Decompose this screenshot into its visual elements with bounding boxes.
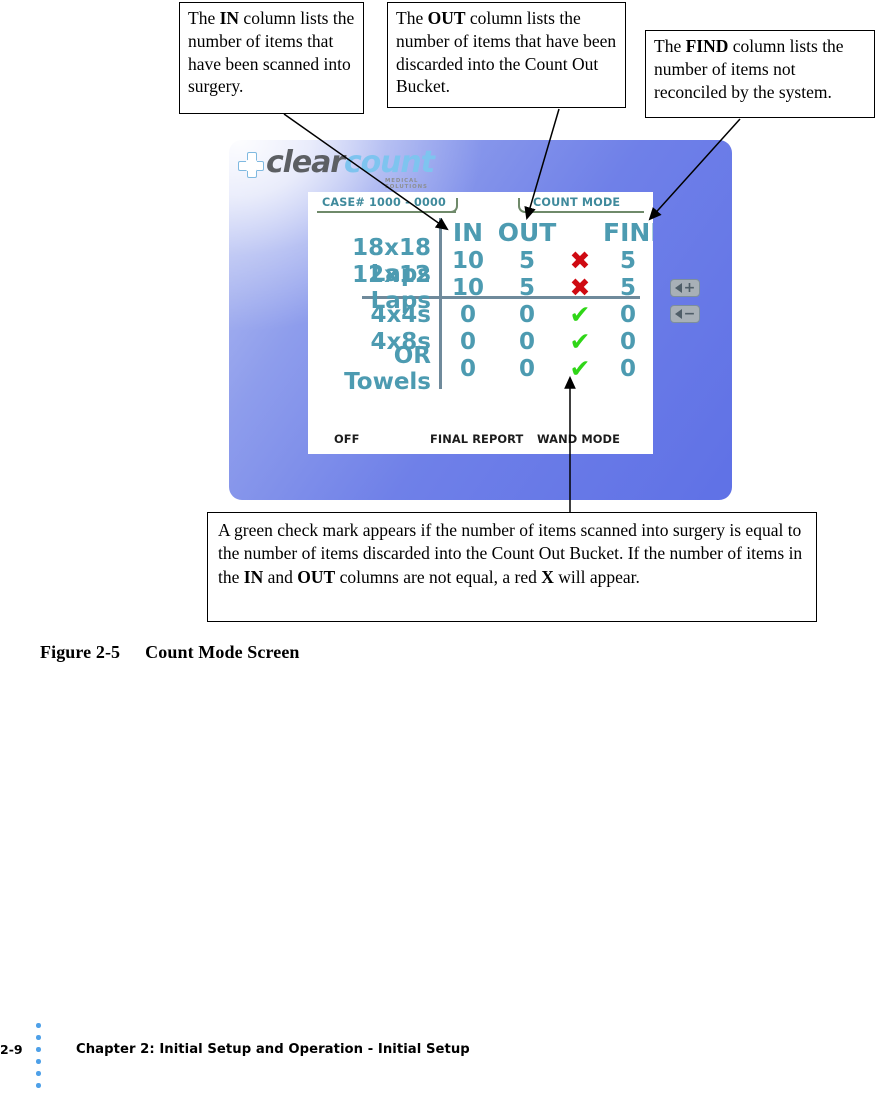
callout-find-text: The FIND column lists the number of item… bbox=[654, 36, 844, 102]
mode-tab-hook bbox=[518, 198, 530, 213]
cell-find-count: 5 bbox=[619, 274, 636, 301]
cell-in-count: 10 bbox=[451, 274, 484, 301]
cell-in-count: 0 bbox=[459, 355, 476, 382]
cell-out-count: 0 bbox=[518, 328, 535, 355]
figure-caption: Figure 2-5 Count Mode Screen bbox=[40, 642, 300, 663]
table-row: 12x12 Laps 10 5 ✖ 5 bbox=[308, 262, 653, 314]
cell-in-count: 0 bbox=[459, 301, 476, 328]
table-row: OR Towels 0 0 ✔ 0 bbox=[308, 343, 653, 395]
count-mode-tab: COUNT MODE bbox=[533, 196, 621, 209]
header-in: IN bbox=[452, 218, 484, 247]
volume-down-button[interactable]: − bbox=[670, 305, 700, 323]
footer-dot bbox=[36, 1059, 41, 1064]
volume-up-label: + bbox=[683, 280, 696, 296]
footer-dot bbox=[36, 1071, 41, 1076]
status-x-icon: ✖ bbox=[569, 246, 591, 275]
volume-up-button[interactable]: + bbox=[670, 279, 700, 297]
footer-page-number: 2-9 bbox=[0, 1042, 23, 1057]
footer-chapter-text: Chapter 2: Initial Setup and Operation -… bbox=[76, 1042, 470, 1057]
speaker-icon bbox=[674, 309, 682, 319]
cell-find-count: 5 bbox=[619, 247, 636, 274]
softkey-label-wand-mode: WAND MODE bbox=[537, 432, 620, 446]
mode-tab-rule bbox=[528, 211, 644, 214]
callout-in-column: The IN column lists the number of items … bbox=[179, 2, 364, 114]
cell-find-count: 0 bbox=[619, 301, 636, 328]
cell-out-count: 0 bbox=[518, 355, 535, 382]
footer-dot bbox=[36, 1035, 41, 1040]
callout-in-text: The IN column lists the number of items … bbox=[188, 8, 355, 97]
cell-out-count: 0 bbox=[518, 301, 535, 328]
cell-item-name: OR Towels bbox=[344, 342, 431, 395]
cell-in-count: 10 bbox=[451, 247, 484, 274]
case-tab-hook bbox=[446, 198, 458, 213]
figure-title: Count Mode Screen bbox=[145, 642, 300, 662]
callout-check-text: A green check mark appears if the number… bbox=[218, 520, 803, 587]
callout-find-column: The FIND column lists the number of item… bbox=[645, 30, 875, 118]
cell-item-name: 4x4s bbox=[370, 301, 431, 328]
footer-dot bbox=[36, 1047, 41, 1052]
callout-out-column: The OUT column lists the number of items… bbox=[387, 2, 626, 108]
cell-out-count: 5 bbox=[518, 247, 535, 274]
softkey-label-off: OFF bbox=[334, 432, 360, 446]
header-out: OUT bbox=[497, 218, 557, 247]
table-row: 4x4s 0 0 ✔ 0 bbox=[308, 300, 653, 329]
status-x-icon: ✖ bbox=[569, 273, 591, 302]
cell-out-count: 5 bbox=[518, 274, 535, 301]
footer-dot bbox=[36, 1023, 41, 1028]
callout-check-mark-explanation: A green check mark appears if the number… bbox=[207, 512, 817, 622]
case-number-tab: CASE# 1000 - 0000 bbox=[322, 196, 446, 209]
volume-down-label: − bbox=[683, 306, 696, 322]
callout-out-text: The OUT column lists the number of items… bbox=[396, 8, 617, 97]
status-check-icon: ✔ bbox=[569, 300, 591, 329]
status-check-icon: ✔ bbox=[569, 327, 591, 356]
softkey-label-final-report: FINAL REPORT bbox=[430, 432, 524, 446]
cell-in-count: 0 bbox=[459, 328, 476, 355]
figure-number: Figure 2-5 bbox=[40, 642, 121, 662]
cell-find-count: 0 bbox=[619, 328, 636, 355]
cell-find-count: 0 bbox=[619, 355, 636, 382]
medical-cross-icon bbox=[238, 152, 264, 178]
footer-dot bbox=[36, 1083, 41, 1089]
clearcount-logo: clearcount MEDICAL SOLUTIONS bbox=[238, 145, 435, 190]
footer-dot-decoration bbox=[36, 1023, 41, 1089]
header-find: FIND bbox=[603, 218, 653, 247]
logo-wordmark: clearcount bbox=[266, 145, 435, 180]
device-screen: CASE# 1000 - 0000 COUNT MODE IN OUT FIND… bbox=[308, 192, 653, 454]
logo-tagline: MEDICAL SOLUTIONS bbox=[385, 178, 428, 190]
case-tab-rule bbox=[317, 211, 456, 214]
count-table: IN OUT FIND 18x18 Laps105✖512x12 Laps105… bbox=[308, 218, 653, 395]
status-check-icon: ✔ bbox=[569, 354, 591, 383]
clearcount-device: clearcount MEDICAL SOLUTIONS CASE# 1000 … bbox=[229, 140, 732, 589]
speaker-icon bbox=[674, 283, 682, 293]
